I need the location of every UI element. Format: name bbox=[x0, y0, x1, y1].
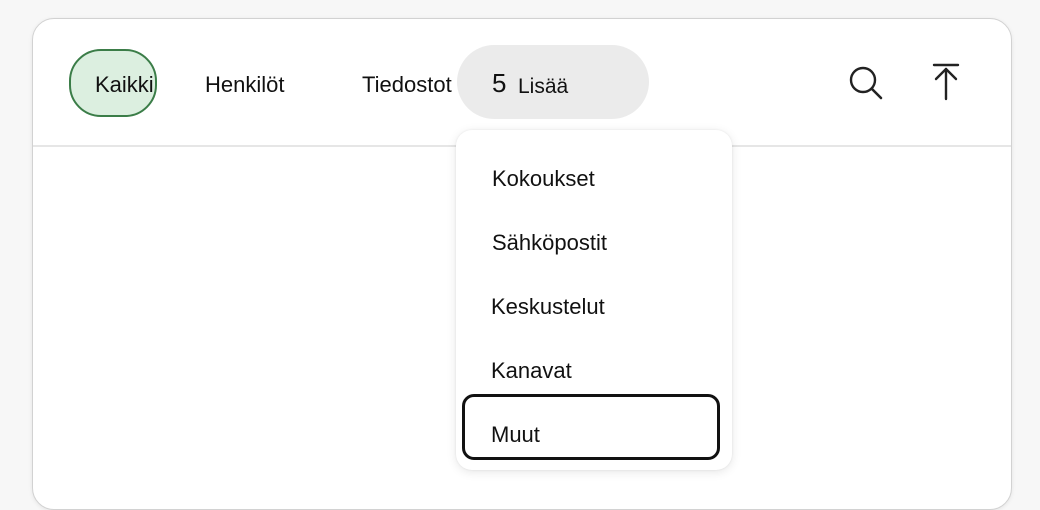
arrow-up-to-line-icon bbox=[932, 63, 960, 101]
tab-all-label: Kaikki bbox=[95, 72, 154, 97]
menu-item-emails[interactable]: Sähköpostit bbox=[492, 230, 607, 256]
menu-item-chats[interactable]: Keskustelut bbox=[491, 294, 605, 320]
more-count: 5 bbox=[492, 68, 507, 98]
menu-item-other[interactable]: Muut bbox=[491, 422, 540, 448]
more-label: Lisää bbox=[518, 75, 569, 98]
search-icon bbox=[849, 66, 883, 100]
search-button[interactable] bbox=[846, 63, 886, 103]
more-dropdown-menu: Kokoukset Sähköpostit Keskustelut Kanava… bbox=[456, 130, 732, 470]
scroll-to-top-button[interactable] bbox=[926, 61, 966, 101]
tab-people[interactable]: Henkilöt bbox=[205, 72, 284, 98]
menu-item-channels[interactable]: Kanavat bbox=[491, 358, 572, 384]
menu-item-meetings[interactable]: Kokoukset bbox=[492, 166, 595, 192]
tab-files[interactable]: Tiedostot bbox=[362, 72, 452, 98]
